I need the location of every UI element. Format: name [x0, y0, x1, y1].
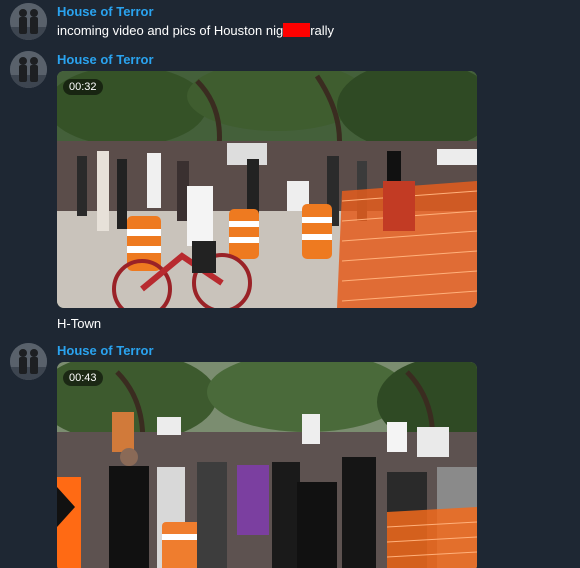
redaction-box	[283, 23, 311, 37]
avatar[interactable]	[10, 343, 47, 380]
message-text-part: incoming video and pics of Houston nig	[57, 23, 284, 38]
avatar[interactable]	[10, 51, 47, 88]
message-caption: H-Town	[57, 316, 102, 331]
sender-name[interactable]: House of Terror	[57, 52, 154, 67]
avatar[interactable]	[10, 3, 47, 40]
video-duration: 00:43	[63, 370, 103, 386]
video-duration: 00:32	[63, 79, 103, 95]
message-text: House of Terror incoming video and pics …	[0, 0, 580, 50]
message-text-part: rally	[310, 23, 335, 38]
chat-history: House of Terror incoming video and pics …	[0, 0, 580, 568]
video-thumbnail[interactable]: 00:43	[57, 362, 477, 568]
message-body: incoming video and pics of Houston nig ra…	[57, 23, 334, 38]
sender-name[interactable]: House of Terror	[57, 4, 154, 19]
message-video: House of Terror	[0, 341, 580, 568]
video-thumbnail[interactable]: 00:32	[57, 71, 477, 308]
message-video: House of Terror	[0, 50, 580, 340]
sender-name[interactable]: House of Terror	[57, 343, 154, 358]
